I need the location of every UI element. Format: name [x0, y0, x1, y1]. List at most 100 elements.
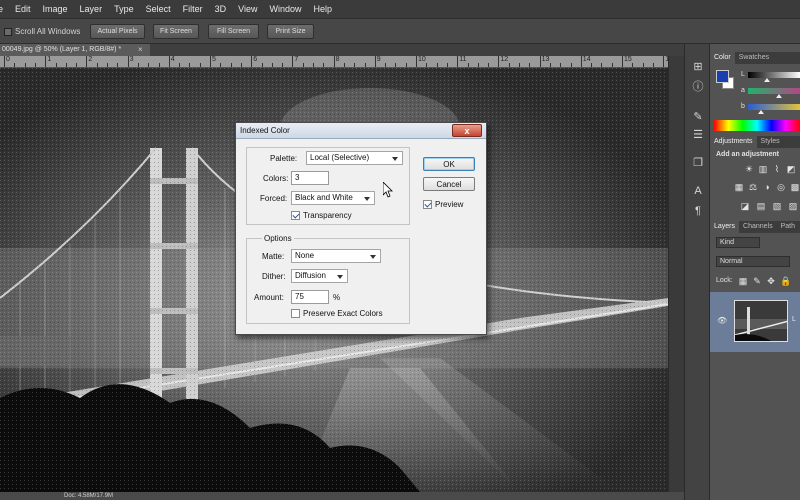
lock-transparency-icon[interactable]: ▦	[738, 277, 748, 286]
posterize-icon[interactable]: ▤	[756, 202, 766, 211]
ruler-number: 1	[47, 56, 52, 63]
ruler-tick	[549, 63, 551, 67]
preview-checkbox[interactable]: Preview	[423, 200, 463, 209]
ruler-tick	[642, 63, 644, 67]
tab-color[interactable]: Color	[710, 52, 735, 64]
menu-bar: e Edit Image Layer Type Select Filter 3D…	[0, 0, 800, 18]
menu-file[interactable]: e	[0, 4, 9, 14]
cancel-button[interactable]: Cancel	[423, 177, 475, 191]
gradient-map-icon[interactable]: ▨	[788, 202, 798, 211]
ruler-tick	[385, 63, 387, 67]
photo-filter-icon[interactable]: ◎	[776, 183, 786, 192]
dialog-titlebar[interactable]: Indexed Color x	[236, 123, 486, 139]
close-tab-icon[interactable]: ×	[138, 44, 143, 56]
fit-screen-button[interactable]: Fit Screen	[153, 24, 199, 39]
b-slider[interactable]	[748, 104, 800, 114]
curves-icon[interactable]: ⌇	[772, 165, 782, 174]
checkbox-box[interactable]	[4, 27, 12, 36]
layer-filter-select[interactable]: Kind	[716, 237, 760, 248]
menu-layer[interactable]: Layer	[74, 4, 109, 14]
dither-select[interactable]: Diffusion	[291, 269, 348, 283]
eye-icon[interactable]: 👁	[717, 316, 727, 325]
menu-3d[interactable]: 3D	[209, 4, 233, 14]
actual-pixels-button[interactable]: Actual Pixels	[90, 24, 145, 39]
info-icon[interactable]: ⓘ	[690, 80, 706, 94]
chevron-down-icon	[370, 255, 376, 259]
ruler-tick	[364, 63, 366, 67]
brightness-icon[interactable]: ☀	[744, 165, 754, 174]
preserve-exact-colors-checkbox[interactable]: Preserve Exact Colors	[291, 309, 383, 318]
ruler-tick	[416, 56, 417, 67]
menu-type[interactable]: Type	[108, 4, 140, 14]
menu-view[interactable]: View	[232, 4, 263, 14]
ruler-number: 3	[129, 56, 134, 63]
layer-filter-label: Kind	[720, 239, 735, 246]
scroll-all-windows-checkbox[interactable]: Scroll All Windows	[4, 27, 80, 36]
a-slider[interactable]	[748, 88, 800, 98]
print-size-button[interactable]: Print Size	[267, 24, 314, 39]
palette-select[interactable]: Local (Selective)	[306, 151, 403, 165]
panels-dock: Color Swatches L a b Adjustments Styles …	[710, 44, 800, 500]
menu-select[interactable]: Select	[140, 4, 177, 14]
tab-paths[interactable]: Path	[777, 221, 799, 233]
amount-input[interactable]: 75	[291, 290, 329, 304]
fill-screen-button[interactable]: Fill Screen	[208, 24, 259, 39]
tab-channels[interactable]: Channels	[739, 221, 777, 233]
sliders-icon[interactable]: ☰	[690, 128, 706, 142]
ruler-tick	[65, 63, 67, 67]
channel-mixer-icon[interactable]: ▩	[790, 183, 800, 192]
menu-window[interactable]: Window	[263, 4, 307, 14]
checkbox-checked-icon[interactable]	[423, 200, 432, 209]
levels-icon[interactable]: ▥	[758, 165, 768, 174]
ruler-tick	[179, 63, 181, 67]
colors-input[interactable]: 3	[291, 171, 329, 185]
invert-icon[interactable]: ◪	[740, 202, 750, 211]
lock-image-icon[interactable]: ✎	[752, 277, 762, 286]
menu-image[interactable]: Image	[37, 4, 74, 14]
vibrance-icon[interactable]: ▦	[734, 183, 744, 192]
lock-position-icon[interactable]: ✥	[766, 277, 776, 286]
tab-styles[interactable]: Styles	[757, 136, 784, 148]
matte-select[interactable]: None	[291, 249, 381, 263]
slider-b-label: b	[741, 103, 745, 110]
threshold-icon[interactable]: ▧	[772, 202, 782, 211]
menu-edit[interactable]: Edit	[9, 4, 37, 14]
color-spectrum-bar[interactable]	[714, 120, 800, 131]
layer-row[interactable]: 👁 L	[710, 292, 800, 352]
hue-saturation-icon[interactable]: ⚖	[748, 183, 758, 192]
dialog-close-button[interactable]: x	[452, 124, 482, 137]
history-icon[interactable]: ⊞	[690, 60, 706, 74]
vertical-scrollbar[interactable]	[668, 56, 684, 492]
brush-preset-icon[interactable]: ✎	[690, 110, 706, 124]
blend-mode-value: Normal	[720, 258, 743, 265]
l-slider[interactable]	[748, 72, 800, 82]
checkbox-unchecked-icon[interactable]	[291, 309, 300, 318]
menu-filter[interactable]: Filter	[177, 4, 209, 14]
menu-help[interactable]: Help	[307, 4, 338, 14]
ruler-tick	[55, 63, 57, 67]
forced-select[interactable]: Black and White	[291, 191, 375, 205]
ruler-number: 8	[335, 56, 340, 63]
ruler-tick	[663, 56, 665, 67]
checkbox-checked-icon[interactable]	[291, 211, 300, 220]
transparency-checkbox[interactable]: Transparency	[291, 211, 352, 220]
preview-label: Preview	[435, 200, 464, 209]
paragraph-icon[interactable]: ¶	[690, 204, 706, 218]
ok-button[interactable]: OK	[423, 157, 475, 171]
character-icon[interactable]: A	[690, 184, 706, 198]
blend-mode-select[interactable]: Normal	[716, 256, 790, 267]
ruler-tick	[467, 63, 469, 67]
document-tab[interactable]: 00049.jpg @ 50% (Layer 1, RGB/8#) *	[0, 44, 150, 56]
exposure-icon[interactable]: ◩	[786, 165, 796, 174]
tab-swatches[interactable]: Swatches	[735, 52, 773, 64]
lock-all-icon[interactable]: 🔒	[780, 277, 791, 286]
color-balance-icon[interactable]: ◑	[762, 183, 772, 192]
tab-layers[interactable]: Layers	[710, 221, 740, 233]
palette-value: Local (Selective)	[310, 153, 370, 162]
ruler-number: 6	[253, 56, 258, 63]
ruler-tick	[45, 56, 47, 67]
clone-source-icon[interactable]: ❐	[690, 156, 706, 170]
tab-adjustments[interactable]: Adjustments	[710, 136, 757, 148]
ruler-tick	[354, 63, 356, 67]
lock-label: Lock:	[716, 277, 733, 284]
